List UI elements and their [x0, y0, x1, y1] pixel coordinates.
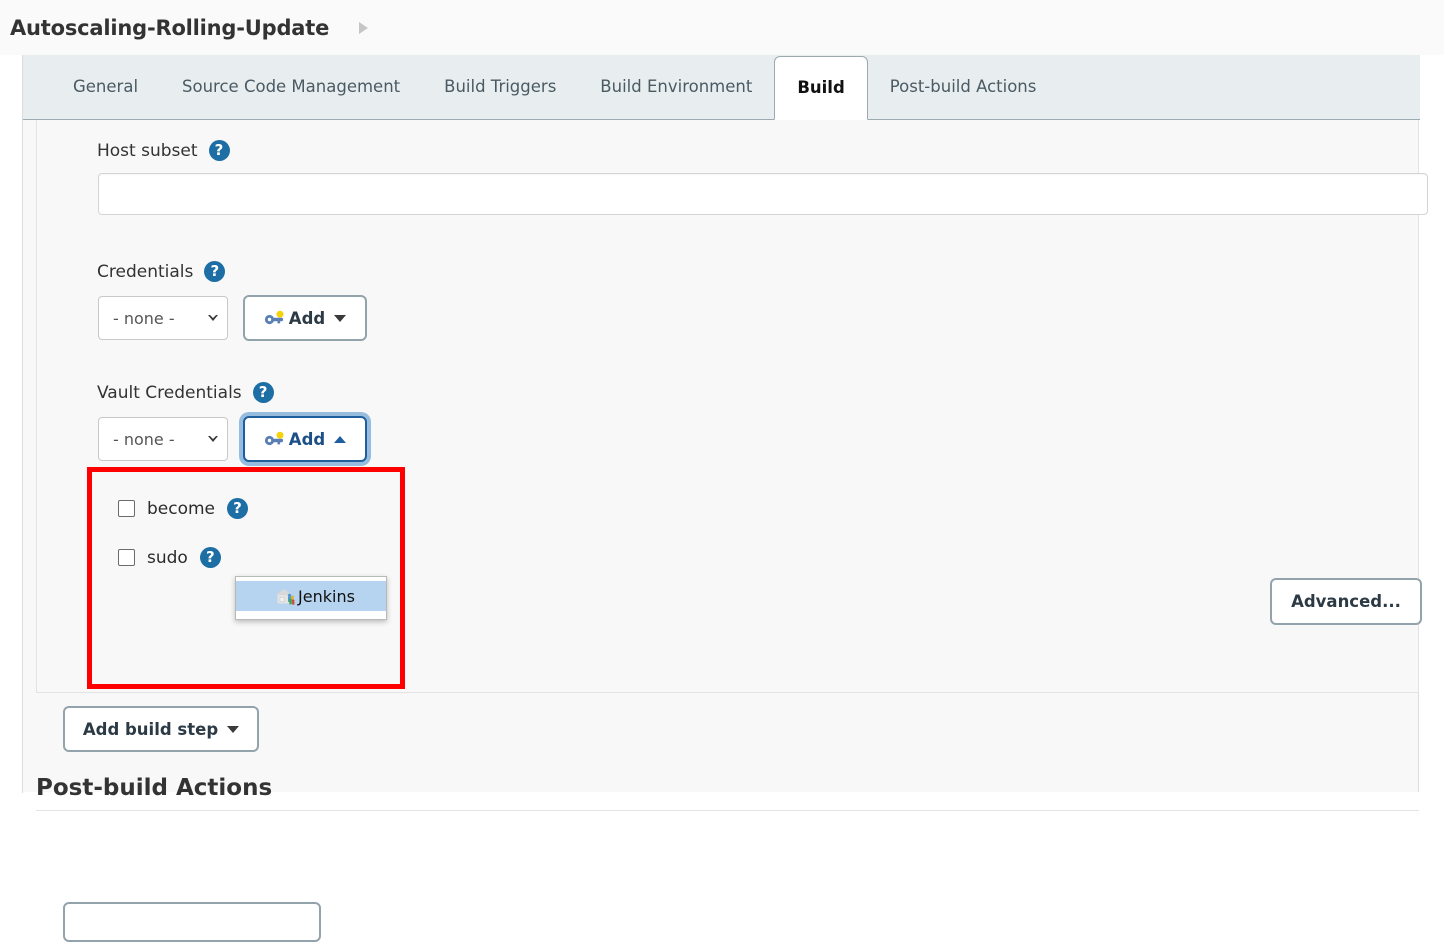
become-checkbox[interactable] [118, 500, 135, 517]
breadcrumb: Autoscaling-Rolling-Update [0, 0, 1444, 55]
tab-build-triggers[interactable]: Build Triggers [422, 54, 578, 119]
tab-build[interactable]: Build [774, 56, 868, 120]
tab-source-code-management[interactable]: Source Code Management [160, 54, 422, 119]
credentials-select-value: - none - [113, 308, 175, 328]
add-build-step-label: Add build step [82, 719, 219, 739]
dropdown-item-jenkins[interactable]: Jenkins [236, 581, 386, 611]
chevron-down-icon [208, 434, 218, 442]
become-checkbox-row[interactable]: become ? [118, 498, 249, 519]
tab-general[interactable]: General [51, 54, 160, 119]
build-panel: Host subset ? Credentials ? - none - Add… [23, 120, 1428, 942]
dropdown-item-jenkins-label: Jenkins [298, 586, 355, 606]
become-label: become [147, 498, 216, 519]
credentials-controls: - none - Add [98, 295, 367, 341]
help-icon[interactable]: ? [227, 498, 249, 519]
add-build-step-button[interactable]: Add build step [63, 706, 259, 752]
advanced-button-label: Advanced... [1291, 592, 1401, 611]
host-subset-label-text: Host subset [97, 140, 198, 161]
vault-credentials-select-value: - none - [113, 429, 175, 449]
vault-credentials-label: Vault Credentials ? [97, 382, 274, 403]
jenkins-house-icon [275, 587, 296, 606]
tab-build-environment[interactable]: Build Environment [578, 54, 774, 119]
vault-credentials-add-label: Add [288, 429, 326, 449]
help-icon[interactable]: ? [199, 547, 221, 568]
caret-down-icon [334, 314, 347, 322]
advanced-button[interactable]: Advanced... [1270, 578, 1422, 625]
post-build-actions-heading: Post-build Actions [36, 775, 1419, 811]
key-icon [264, 431, 286, 447]
credentials-select[interactable]: - none - [98, 296, 228, 340]
help-icon[interactable]: ? [208, 140, 230, 161]
breadcrumb-arrow-icon[interactable] [359, 21, 369, 34]
sudo-label: sudo [147, 547, 188, 568]
credentials-add-label: Add [288, 308, 326, 328]
vault-credentials-add-dropdown: Jenkins [235, 576, 387, 620]
help-icon[interactable]: ? [204, 261, 226, 282]
vault-credentials-controls: - none - Add [98, 416, 367, 462]
credentials-add-button[interactable]: Add [243, 295, 367, 341]
host-subset-input[interactable] [98, 173, 1428, 215]
caret-up-icon [334, 435, 347, 443]
key-icon [264, 310, 286, 326]
page-title[interactable]: Autoscaling-Rolling-Update [10, 16, 329, 40]
sudo-checkbox[interactable] [118, 549, 135, 566]
config-tabbar: General Source Code Management Build Tri… [23, 55, 1420, 120]
credentials-label: Credentials ? [97, 261, 226, 282]
chevron-down-icon [208, 313, 218, 321]
credentials-label-text: Credentials [97, 261, 194, 282]
host-subset-label: Host subset ? [97, 140, 230, 161]
vault-credentials-add-button[interactable]: Add [243, 416, 367, 462]
vault-credentials-select[interactable]: - none - [98, 417, 228, 461]
sudo-checkbox-row[interactable]: sudo ? [118, 547, 221, 568]
config-area: General Source Code Management Build Tri… [22, 55, 1444, 942]
add-post-build-action-button[interactable] [63, 902, 321, 942]
help-icon[interactable]: ? [252, 382, 274, 403]
caret-down-icon [227, 725, 240, 733]
tab-post-build-actions[interactable]: Post-build Actions [868, 54, 1059, 119]
vault-credentials-label-text: Vault Credentials [97, 382, 242, 403]
